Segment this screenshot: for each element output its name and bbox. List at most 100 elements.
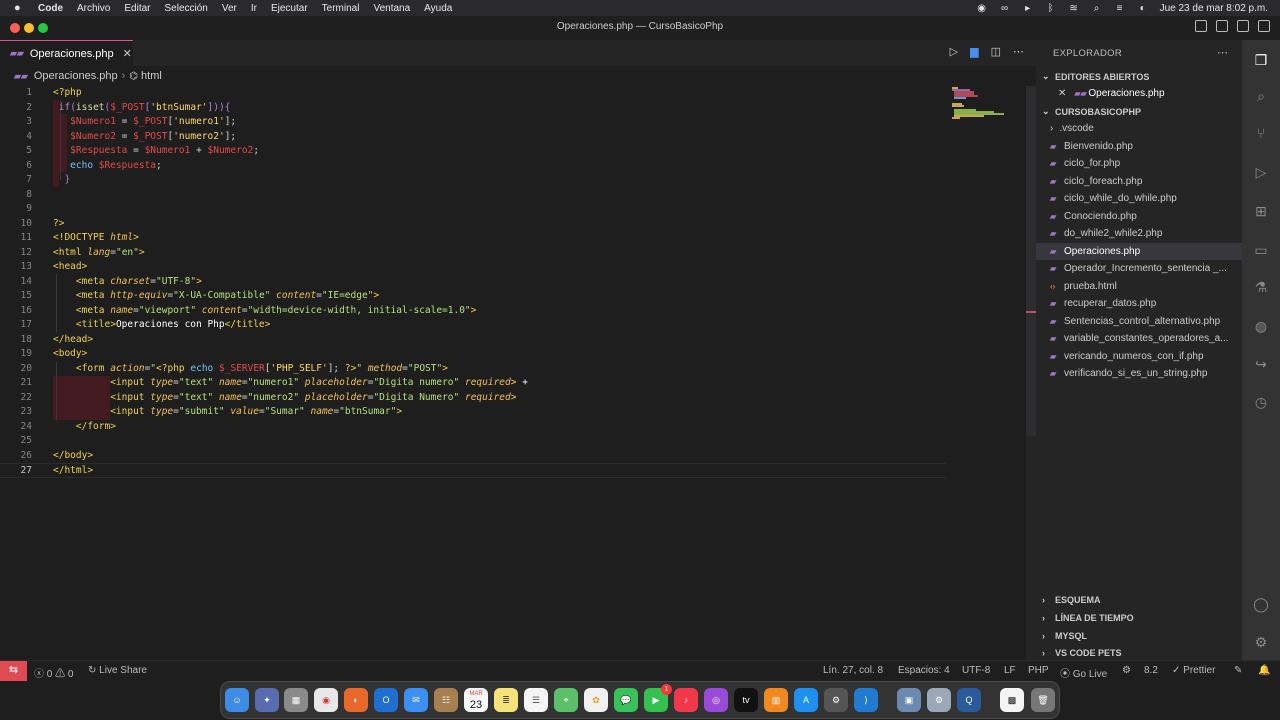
explorer-more-icon[interactable]: ⋯ <box>1217 46 1228 59</box>
apple-logo-icon[interactable]: ● <box>14 2 28 14</box>
live-share-icon[interactable]: ↪ <box>1251 354 1271 374</box>
menu-ejecutar[interactable]: Ejecutar <box>271 3 308 14</box>
feedback-icon[interactable]: ✎ <box>1234 665 1242 676</box>
file-item[interactable]: ▰ ciclo_foreach.php <box>1036 173 1242 191</box>
section-folder[interactable]: ⌄ CURSOBASICOPHP <box>1042 106 1141 117</box>
file-item[interactable]: ▰ recuperar_datos.php <box>1036 295 1242 313</box>
finder-icon[interactable]: ☺ <box>225 688 249 712</box>
facetime-icon[interactable]: ▶ 1 <box>644 684 672 712</box>
chrome-icon[interactable]: ◉ <box>314 688 338 712</box>
file-item[interactable]: ▰ Bienvenido.php <box>1036 138 1242 156</box>
menu-editar[interactable]: Editar <box>124 3 150 14</box>
file-item[interactable]: ▰ do_while2_while2.php <box>1036 225 1242 243</box>
toggle-primary-sidebar-icon[interactable] <box>1195 20 1207 32</box>
minimap[interactable] <box>952 86 1012 126</box>
language-mode[interactable]: PHP <box>1028 665 1049 676</box>
vertical-scrollbar[interactable] <box>1026 86 1036 660</box>
control-center-icon[interactable]: ≡ <box>1114 3 1126 14</box>
cursor-position[interactable]: Lín. 27, col. 8 <box>823 665 883 676</box>
music-icon[interactable]: ♪ <box>674 688 698 712</box>
file-item[interactable]: ▰ ciclo_for.php <box>1036 155 1242 173</box>
menu-ayuda[interactable]: Ayuda <box>424 3 452 14</box>
more-actions-icon[interactable]: ⋯ <box>1013 45 1024 58</box>
extensions-icon[interactable]: ⊞ <box>1251 201 1271 221</box>
vscode-icon[interactable]: ⟩ <box>854 688 878 712</box>
code-editor[interactable]: 1 <?php 2 if(isset($_POST['btnSumar'])){ … <box>0 86 1036 660</box>
quicktime-icon[interactable]: Q <box>957 688 981 712</box>
toggle-panel-icon[interactable] <box>1216 20 1228 32</box>
close-editor-icon[interactable]: ✕ <box>1058 88 1066 99</box>
open-preview-icon[interactable]: ▆ <box>970 45 978 58</box>
system-prefs-icon[interactable]: ⚙ <box>927 688 951 712</box>
account-icon[interactable]: ◯ <box>1251 594 1271 614</box>
settings-gear-icon[interactable]: ⚙ <box>1251 632 1271 652</box>
file-item[interactable]: ▰ Conociendo.php <box>1036 208 1242 226</box>
open-editor-item[interactable]: ✕ ▰▰ Operaciones.php <box>1036 85 1242 103</box>
contacts-icon[interactable]: ☷ <box>434 688 458 712</box>
run-icon[interactable]: ▷ <box>950 45 958 58</box>
php-version[interactable]: 8.2 <box>1144 665 1158 676</box>
creative-cloud-icon[interactable]: ∞ <box>999 3 1011 14</box>
reminders-icon[interactable]: ☰ <box>524 688 548 712</box>
source-control-icon[interactable]: ⑂ <box>1251 123 1271 143</box>
outlook-icon[interactable]: O <box>374 688 398 712</box>
breadcrumb-file[interactable]: Operaciones.php <box>34 70 118 82</box>
timeline-icon[interactable]: ◷ <box>1251 392 1271 412</box>
run-debug-icon[interactable]: ▷ <box>1251 162 1271 182</box>
split-editor-icon[interactable]: ◫ <box>991 45 1001 58</box>
customize-layout-icon[interactable] <box>1258 20 1270 32</box>
file-item[interactable]: ▰ vericando_numeros_con_if.php <box>1036 348 1242 366</box>
messages-icon[interactable]: 💬 <box>614 688 638 712</box>
file-item[interactable]: ▰ Operador_Incremento_sentencia _... <box>1036 260 1242 278</box>
books-icon[interactable]: ▥ <box>764 688 788 712</box>
maps-icon[interactable]: ⌖ <box>554 688 578 712</box>
podcasts-icon[interactable]: ◎ <box>704 688 728 712</box>
section-mysql[interactable]: › MYSQL <box>1042 631 1087 641</box>
launchpad-icon[interactable]: ✦ <box>255 688 279 712</box>
launchpad-grid-icon[interactable]: ▦ <box>284 688 308 712</box>
menu-ventana[interactable]: Ventana <box>373 3 410 14</box>
folder-item-vscode[interactable]: › .vscode <box>1036 120 1242 138</box>
tv-icon[interactable]: tv <box>734 688 758 712</box>
file-item-selected[interactable]: ▰ Operaciones.php <box>1036 242 1242 260</box>
encoding[interactable]: UTF-8 <box>962 665 990 676</box>
toggle-secondary-sidebar-icon[interactable] <box>1237 20 1249 32</box>
indentation[interactable]: Espacios: 4 <box>898 665 950 676</box>
menu-ver[interactable]: Ver <box>222 3 237 14</box>
menu-app-code[interactable]: Code <box>38 3 63 14</box>
spotlight-search-icon[interactable]: ⌕ <box>1091 3 1103 14</box>
remote-icon[interactable]: ⇆ <box>0 661 27 681</box>
prettier-status[interactable]: ✓ Prettier <box>1172 665 1215 676</box>
explorer-files-icon[interactable]: ❐ <box>1251 50 1271 70</box>
notes-icon[interactable]: ≣ <box>494 688 518 712</box>
siri-icon[interactable]: ◐ <box>1137 3 1149 14</box>
menu-ir[interactable]: Ir <box>251 3 257 14</box>
trash-icon[interactable]: 🗑 <box>1031 688 1055 712</box>
go-live-button[interactable]: ⦿ Go Live <box>1060 665 1107 680</box>
file-item[interactable]: ‹› prueba.html <box>1036 278 1242 296</box>
file-item[interactable]: ▰ Sentencias_control_alternativo.php <box>1036 313 1242 331</box>
remote-explorer-icon[interactable]: ▭ <box>1251 240 1271 260</box>
file-item[interactable]: ▰ ciclo_while_do_while.php <box>1036 190 1242 208</box>
tab-operaciones-php[interactable]: ▰▰ Operaciones.php ✕ <box>0 40 133 66</box>
github-icon[interactable]: ◍ <box>1251 316 1271 336</box>
problems-indicator[interactable]: ⓧ 0 ⚠ 0 <box>34 665 73 680</box>
section-esquema[interactable]: › ESQUEMA <box>1042 595 1101 605</box>
preview-icon[interactable]: ▣ <box>897 688 921 712</box>
close-tab-icon[interactable]: ✕ <box>123 47 132 60</box>
bluetooth-icon[interactable]: ᛒ <box>1045 3 1057 14</box>
live-share-status[interactable]: ↻ Live Share <box>88 665 147 676</box>
settings-icon[interactable]: ⚙ <box>824 688 848 712</box>
firefox-icon[interactable]: ◐ <box>344 688 368 712</box>
wifi-icon[interactable]: ≋ <box>1068 3 1080 14</box>
qr-icon[interactable]: ▩ <box>1000 688 1024 712</box>
file-item[interactable]: ▰ verificando_si_es_un_string.php <box>1036 365 1242 383</box>
end-of-line[interactable]: LF <box>1004 665 1016 676</box>
menu-seleccion[interactable]: Selección <box>164 3 207 14</box>
menubar-clock[interactable]: Jue 23 de mar 8:02 p.m. <box>1160 3 1268 14</box>
testing-icon[interactable]: ⚗ <box>1251 277 1271 297</box>
notifications-bell-icon[interactable]: 🔔 <box>1258 665 1270 676</box>
play-circle-icon[interactable]: ▸ <box>1022 3 1034 14</box>
photos-icon[interactable]: ✿ <box>584 688 608 712</box>
mail-icon[interactable]: ✉ <box>404 688 428 712</box>
